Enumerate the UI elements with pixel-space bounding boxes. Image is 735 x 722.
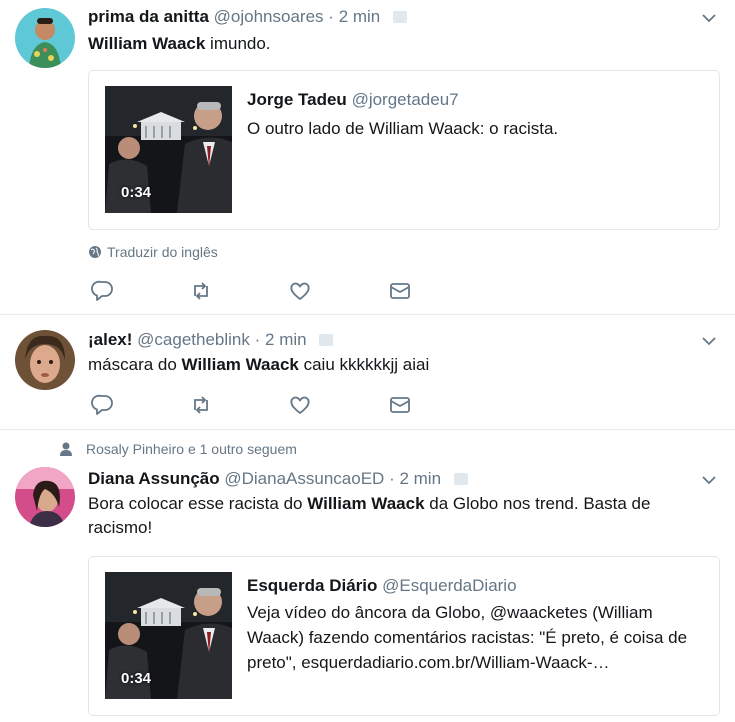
separator-dot: ·	[328, 7, 334, 26]
quoted-author-name[interactable]: Jorge Tadeu	[247, 90, 347, 109]
reply-icon[interactable]	[91, 279, 115, 303]
tweet[interactable]: Rosaly Pinheiro e 1 outro seguem Diana A…	[0, 430, 735, 722]
author-name[interactable]: ¡alex!	[88, 330, 132, 349]
retweet-icon[interactable]	[189, 279, 213, 303]
person-icon	[60, 442, 72, 456]
author-handle[interactable]: @cagetheblink	[137, 330, 250, 349]
chevron-down-icon[interactable]	[701, 10, 717, 26]
quoted-author-handle[interactable]: @EsquerdaDiario	[382, 576, 516, 595]
quoted-author-handle[interactable]: @jorgetadeu7	[352, 90, 459, 109]
quoted-text: O outro lado de William Waack: o racista…	[247, 119, 559, 138]
quoted-text: Veja vídeo do âncora da Globo, @waackete…	[247, 603, 688, 672]
globe-icon	[88, 245, 102, 259]
tweet-text-pre: máscara do	[88, 355, 182, 374]
mention-bold: William Waack	[88, 34, 206, 53]
translate-badge-icon	[453, 473, 468, 485]
tweet-text-rest: imundo.	[205, 34, 271, 53]
author-handle[interactable]: @ojohnsoares	[214, 7, 324, 26]
video-thumbnail[interactable]: 0:34	[105, 86, 232, 213]
tweet-actions	[88, 393, 488, 417]
author-handle[interactable]: @DianaAssuncaoED	[224, 469, 384, 488]
tweet-text: Bora colocar esse racista do William Waa…	[88, 492, 708, 540]
tweet-header: Diana Assunção @DianaAssuncaoED · 2 min	[88, 468, 468, 490]
tweet[interactable]: ¡alex! @cagetheblink · 2 min máscara do …	[0, 315, 735, 430]
tweet-text-rest: caiu kkkkkkjj aiai	[298, 355, 430, 374]
quoted-tweet[interactable]: 0:34 Jorge Tadeu @jorgetadeu7 O outro la…	[88, 70, 720, 230]
tweet-header: prima da anitta @ojohnsoares · 2 min	[88, 6, 407, 28]
timestamp[interactable]: 2 min	[339, 7, 381, 26]
video-thumbnail[interactable]: 0:34	[105, 572, 232, 699]
chevron-down-icon[interactable]	[701, 333, 717, 349]
retweet-icon[interactable]	[189, 393, 213, 417]
avatar[interactable]	[15, 8, 75, 68]
tweet-header: ¡alex! @cagetheblink · 2 min	[88, 329, 334, 351]
separator-dot: ·	[389, 469, 395, 488]
video-duration: 0:34	[121, 184, 152, 201]
tweet-text: William Waack imundo.	[88, 32, 708, 56]
reply-icon[interactable]	[91, 393, 115, 417]
social-context[interactable]: Rosaly Pinheiro e 1 outro seguem	[60, 440, 297, 458]
tweet-text-pre: Bora colocar esse racista do	[88, 494, 308, 513]
envelope-icon[interactable]	[388, 279, 412, 303]
mention-bold: William Waack	[307, 494, 425, 513]
heart-icon[interactable]	[288, 279, 312, 303]
author-name[interactable]: prima da anitta	[88, 7, 209, 26]
quoted-header: Jorge Tadeu @jorgetadeu7	[247, 89, 459, 111]
translate-link[interactable]: Traduzir do inglês	[88, 243, 218, 261]
author-name[interactable]: Diana Assunção	[88, 469, 220, 488]
separator-dot: ·	[254, 330, 261, 349]
avatar[interactable]	[15, 330, 75, 390]
tweet-actions	[88, 279, 488, 303]
translate-badge-icon	[319, 334, 334, 346]
envelope-icon[interactable]	[388, 393, 412, 417]
translate-badge-icon	[393, 11, 407, 23]
quoted-header: Esquerda Diário @EsquerdaDiario	[247, 575, 517, 597]
video-duration: 0:34	[121, 670, 152, 687]
quoted-tweet[interactable]: 0:34 Esquerda Diário @EsquerdaDiario Vej…	[88, 556, 720, 716]
avatar[interactable]	[15, 467, 75, 527]
tweet[interactable]: prima da anitta @ojohnsoares · 2 min Wil…	[0, 0, 735, 315]
quoted-author-name[interactable]: Esquerda Diário	[247, 576, 377, 595]
timestamp[interactable]: 2 min	[265, 330, 307, 349]
timestamp[interactable]: 2 min	[399, 469, 441, 488]
tweet-text: máscara do William Waack caiu kkkkkkjj a…	[88, 353, 708, 377]
mention-bold: William Waack	[181, 355, 299, 374]
social-context-text: Rosaly Pinheiro e 1 outro seguem	[86, 441, 297, 457]
translate-label: Traduzir do inglês	[107, 244, 218, 260]
heart-icon[interactable]	[288, 393, 312, 417]
chevron-down-icon[interactable]	[701, 472, 717, 488]
